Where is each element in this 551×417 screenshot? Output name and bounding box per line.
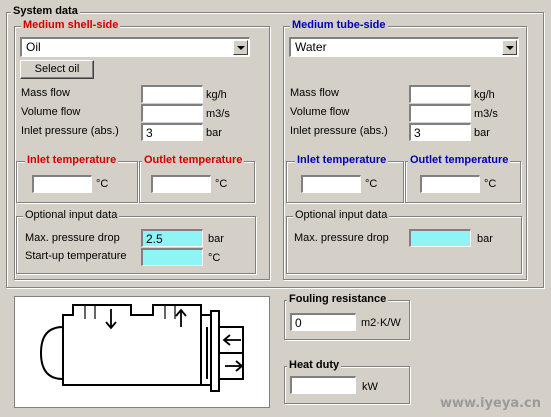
- shell-volume-flow-unit: m3/s: [206, 108, 230, 120]
- tube-mass-flow-input[interactable]: [409, 85, 471, 103]
- tube-max-pressure-drop-unit: bar: [477, 233, 493, 245]
- tube-outlet-temp-unit: °C: [484, 178, 497, 190]
- tube-optional-title: Optional input data: [293, 209, 390, 221]
- shell-inlet-pressure-input[interactable]: 3: [141, 123, 203, 141]
- shell-max-pressure-drop-unit: bar: [208, 233, 224, 245]
- shell-optional-group: Optional input data: [16, 209, 256, 274]
- fouling-resistance-input[interactable]: 0: [290, 313, 356, 331]
- shell-side-title: Medium shell-side: [21, 19, 121, 31]
- shell-volume-flow-input[interactable]: [141, 104, 203, 122]
- shell-outlet-temp-input[interactable]: [151, 175, 211, 193]
- watermark: www.iyeya.cn: [439, 396, 541, 411]
- tube-max-pressure-drop-input[interactable]: [409, 229, 471, 247]
- tube-max-pressure-drop-label: Max. pressure drop: [294, 232, 389, 244]
- shell-outlet-temp-unit: °C: [215, 178, 228, 190]
- tube-inlet-pressure-input[interactable]: 3: [409, 123, 471, 141]
- tube-medium-select[interactable]: Water: [289, 37, 519, 57]
- shell-startup-temp-label: Start-up temperature: [25, 250, 127, 262]
- tube-volume-flow-input[interactable]: [409, 104, 471, 122]
- chevron-down-icon[interactable]: [502, 40, 517, 55]
- tube-inlet-pressure-label: Inlet pressure (abs.): [290, 125, 388, 137]
- fouling-resistance-unit: m2·K/W: [361, 317, 401, 329]
- tube-inlet-pressure-unit: bar: [474, 127, 490, 139]
- tube-optional-group: Optional input data: [286, 209, 522, 274]
- shell-startup-temp-input[interactable]: [141, 248, 203, 266]
- shell-inlet-temp-title: Inlet temperature: [25, 154, 119, 166]
- shell-max-pressure-drop-input[interactable]: 2.5: [141, 229, 203, 247]
- tube-volume-flow-label: Volume flow: [290, 106, 350, 118]
- heat-exchanger-icon: [39, 304, 244, 392]
- tube-inlet-temp-unit: °C: [365, 178, 378, 190]
- shell-inlet-pressure-label: Inlet pressure (abs.): [21, 125, 119, 137]
- shell-inlet-pressure-unit: bar: [206, 127, 222, 139]
- heat-duty-unit: kW: [362, 381, 378, 393]
- heat-duty-input[interactable]: [290, 376, 356, 394]
- shell-medium-value: Oil: [26, 40, 41, 54]
- tube-inlet-temp-title: Inlet temperature: [295, 154, 389, 166]
- tube-outlet-temp-input[interactable]: [420, 175, 480, 193]
- tube-inlet-temp-input[interactable]: [301, 175, 361, 193]
- tube-medium-value: Water: [295, 40, 327, 54]
- select-oil-button[interactable]: Select oil: [20, 60, 94, 79]
- heat-duty-title: Heat duty: [287, 359, 342, 371]
- tube-volume-flow-unit: m3/s: [474, 108, 498, 120]
- shell-outlet-temp-title: Outlet temperature: [142, 154, 245, 166]
- chevron-down-icon[interactable]: [233, 40, 248, 55]
- tube-mass-flow-unit: kg/h: [474, 89, 495, 101]
- shell-inlet-temp-unit: °C: [96, 178, 109, 190]
- shell-inlet-temp-input[interactable]: [32, 175, 92, 193]
- shell-mass-flow-input[interactable]: [141, 85, 203, 103]
- shell-optional-title: Optional input data: [23, 209, 120, 221]
- system-data-title: System data: [11, 5, 80, 17]
- shell-mass-flow-label: Mass flow: [21, 87, 70, 99]
- heat-exchanger-diagram: [14, 296, 270, 408]
- tube-mass-flow-label: Mass flow: [290, 87, 339, 99]
- shell-mass-flow-unit: kg/h: [206, 89, 227, 101]
- tube-side-title: Medium tube-side: [290, 19, 388, 31]
- shell-startup-temp-unit: °C: [208, 252, 221, 264]
- shell-volume-flow-label: Volume flow: [21, 106, 81, 118]
- shell-medium-select[interactable]: Oil: [20, 37, 250, 57]
- shell-max-pressure-drop-label: Max. pressure drop: [25, 232, 120, 244]
- fouling-resistance-title: Fouling resistance: [287, 293, 389, 305]
- tube-outlet-temp-title: Outlet temperature: [408, 154, 511, 166]
